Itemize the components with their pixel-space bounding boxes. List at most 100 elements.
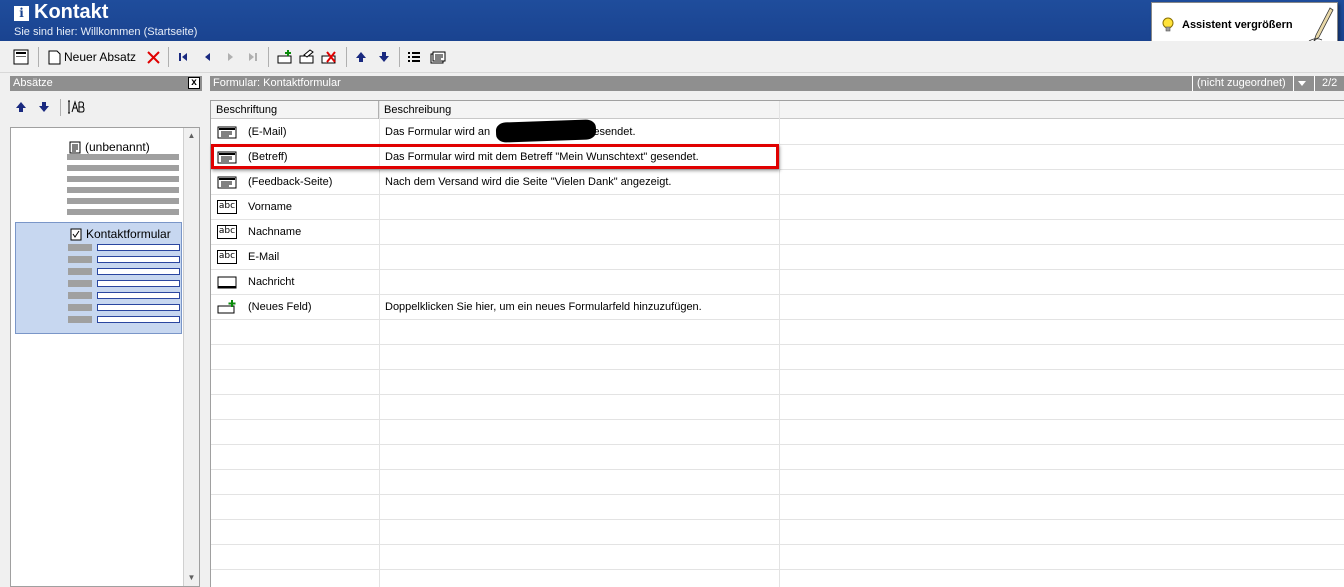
field-label: E-Mail [248,251,280,263]
field-row-feedback-page[interactable]: (Feedback-Seite) Nach dem Versand wird d… [211,170,1344,195]
field-row-email[interactable]: abc E-Mail [211,245,1344,270]
list-icon[interactable] [406,48,422,66]
text-paragraph-icon [69,141,81,153]
page-title: Kontakt [34,1,109,23]
paragraph-preview-line [67,165,179,171]
scroll-down-icon[interactable]: ▼ [184,570,199,586]
paragraph-item-unnamed[interactable]: (unbenannt) [15,132,182,216]
delete-field-icon[interactable] [320,48,338,66]
hidden-field-icon [217,126,237,139]
assistant-button[interactable]: Assistent vergrößern [1151,2,1338,46]
empty-row [211,395,1344,420]
column-separator [379,101,380,587]
field-label: (Feedback-Seite) [248,176,333,188]
field-label: Nachricht [248,276,295,288]
assignment-select[interactable]: (nicht zugeordnet) [1197,76,1286,91]
toolbar-separator [60,99,61,116]
field-label: Nachname [248,226,302,238]
form-preview-row [68,304,180,311]
form-paragraph-icon [70,228,82,240]
form-panel-title: Formular: Kontaktformular [213,77,341,89]
field-label: (E-Mail) [248,126,287,138]
move-down-icon[interactable] [376,48,392,66]
prev-icon[interactable] [200,48,214,66]
lightbulb-icon [1162,17,1174,32]
form-fields-grid: Beschriftung Beschreibung (E-Mail) Das F… [210,100,1344,587]
title-bar: i Kontakt Sie sind hier: Willkommen (Sta… [0,0,1344,41]
field-row-new-field[interactable]: (Neues Feld) Doppelklicken Sie hier, um … [211,295,1344,320]
highlight-box [211,144,779,169]
empty-row [211,470,1344,495]
page-layout-icon[interactable] [12,48,30,66]
field-label: Vorname [248,201,293,213]
info-icon: i [14,6,29,21]
paragraphs-panel-title: Absätze [13,77,53,89]
delete-icon[interactable] [145,48,161,66]
toolbar-separator [346,47,347,67]
toolbar-separator [268,47,269,67]
form-preview-row [68,280,180,287]
empty-row [211,545,1344,570]
toolbar-separator [399,47,400,67]
form-preview-row [68,268,180,275]
field-label: (Neues Feld) [248,301,312,313]
next-icon[interactable] [224,48,238,66]
assistant-label: Assistent vergrößern [1182,19,1293,31]
form-preview-row [68,316,180,323]
first-icon[interactable] [176,48,190,66]
form-preview-row [68,244,180,251]
paragraph-title: Kontaktformular [70,227,171,241]
rename-icon[interactable] [67,99,85,115]
last-icon[interactable] [246,48,260,66]
form-preview-row [68,256,180,263]
textarea-field-icon [217,276,237,289]
header-separator [1314,76,1315,91]
paragraph-list: (unbenannt) Kontaktformular ▲ ▼ [10,127,200,587]
scroll-up-icon[interactable]: ▲ [184,128,199,144]
paragraphs-panel-header: Absätze x [10,76,202,91]
new-paragraph-label: Neuer Absatz [64,50,137,64]
move-down-icon[interactable] [38,101,50,113]
edit-field-icon[interactable] [298,48,316,66]
empty-row [211,370,1344,395]
empty-row [211,345,1344,370]
new-paragraph-icon [48,50,61,64]
paragraph-tools [10,96,200,120]
toolbar-separator [168,47,169,67]
empty-row [211,445,1344,470]
breadcrumb[interactable]: Sie sind hier: Willkommen (Startseite) [14,26,197,38]
move-up-icon[interactable] [15,101,27,113]
app-window: i Kontakt Sie sind hier: Willkommen (Sta… [0,0,1344,587]
column-separator [779,101,780,587]
paragraph-preview-line [67,209,179,215]
column-header-description[interactable]: Beschreibung [379,101,780,119]
toolbar-separator [38,47,39,67]
field-row-message[interactable]: Nachricht [211,270,1344,295]
paragraph-list-scrollbar[interactable]: ▲ ▼ [183,128,199,586]
move-up-icon[interactable] [353,48,369,66]
paragraph-item-contact-form[interactable]: Kontaktformular [15,222,182,334]
add-field-icon[interactable] [276,48,294,66]
paragraph-label: (unbenannt) [85,140,150,154]
close-icon[interactable]: x [188,77,200,89]
grid-header: Beschriftung Beschreibung [211,101,1344,119]
column-header-label[interactable]: Beschriftung [211,101,379,119]
empty-row [211,570,1344,587]
paragraph-preview-line [67,187,179,193]
new-paragraph-button[interactable]: Neuer Absatz [48,48,140,66]
field-row-email-hidden[interactable]: (E-Mail) Das Formular wird an gesendet. [211,119,1344,145]
empty-row [211,420,1344,445]
properties-icon[interactable] [429,48,447,66]
paragraph-preview-line [67,176,179,182]
field-row-firstname[interactable]: abc Vorname [211,195,1344,220]
paragraph-label: Kontaktformular [86,227,171,241]
form-panel-header: Formular: Kontaktformular (nicht zugeord… [210,76,1344,91]
toolbar: Neuer Absatz [0,41,1344,73]
chevron-down-icon[interactable] [1298,81,1306,86]
page-indicator: 2/2 [1322,77,1338,89]
field-description: Doppelklicken Sie hier, um ein neues For… [385,301,702,313]
paragraph-title: (unbenannt) [69,140,150,154]
paragraph-preview-line [67,154,179,160]
field-row-lastname[interactable]: abc Nachname [211,220,1344,245]
header-separator [1293,76,1294,91]
